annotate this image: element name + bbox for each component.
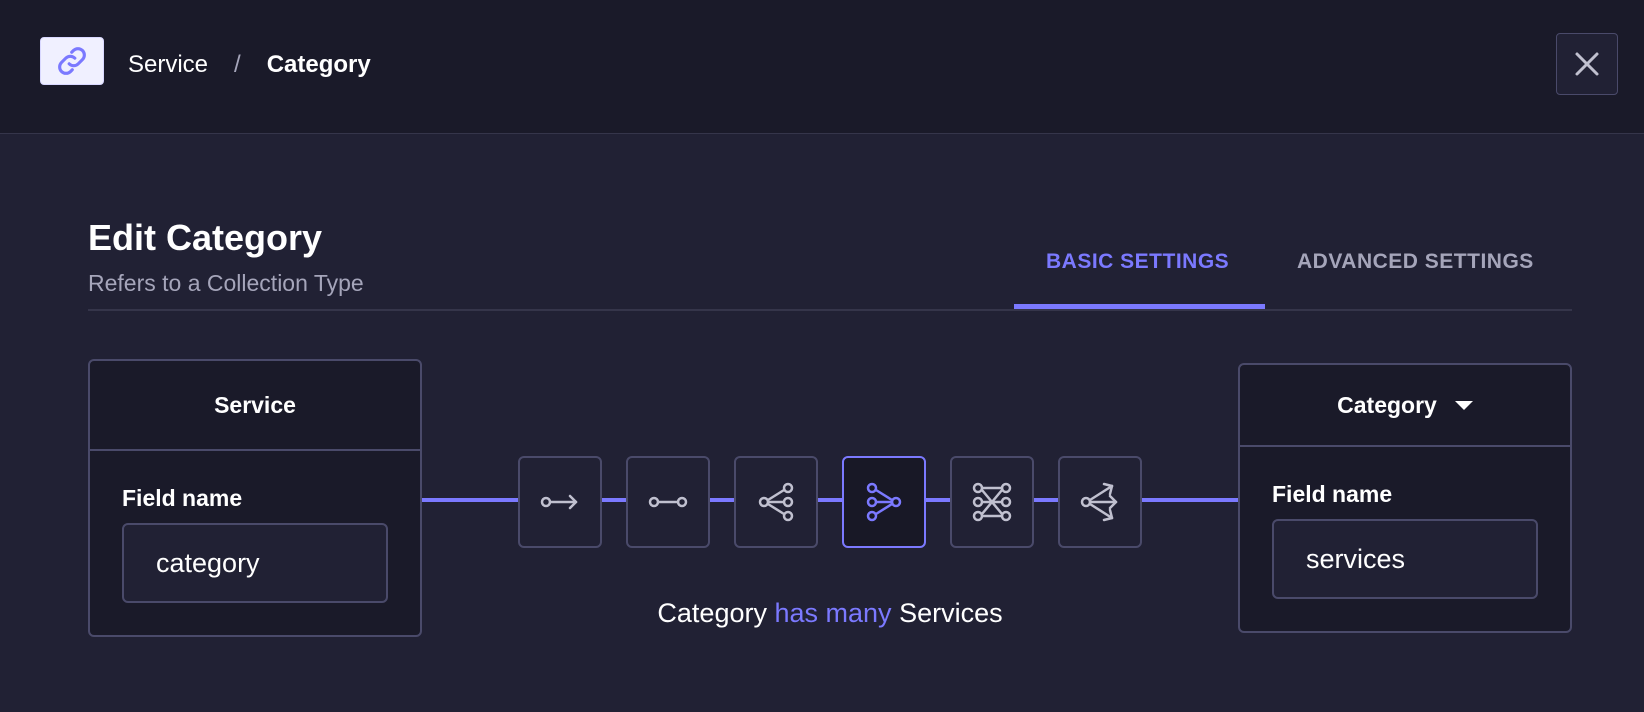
page-title: Edit Category: [88, 217, 323, 258]
relation-one-way-button[interactable]: [518, 456, 602, 548]
many-to-one-icon: [758, 482, 794, 522]
target-collection-select[interactable]: Category: [1240, 365, 1570, 447]
one-to-many-icon: [866, 482, 902, 522]
many-way-arrow-icon: [1080, 482, 1118, 522]
source-field-name-input[interactable]: category: [122, 523, 388, 603]
relation-one-to-many-button[interactable]: [842, 456, 926, 548]
one-way-arrow-icon: [540, 494, 578, 510]
relation-object: Services: [899, 598, 1003, 628]
one-to-one-icon: [648, 496, 688, 508]
link-icon: [40, 37, 104, 85]
close-button[interactable]: [1556, 33, 1618, 95]
source-field-label: Field name: [122, 485, 243, 511]
relation-verb: has many: [774, 598, 892, 628]
breadcrumb-item-category: Category: [266, 51, 371, 78]
relation-description: Category has many Services: [430, 598, 1230, 629]
relation-many-way-button[interactable]: [1058, 456, 1142, 548]
tabs-divider: [88, 309, 1572, 311]
target-collection-card: Category Field name services: [1238, 363, 1572, 633]
tab-advanced-settings[interactable]: ADVANCED SETTINGS: [1297, 248, 1534, 276]
tab-basic-settings[interactable]: BASIC SETTINGS: [1046, 248, 1229, 276]
caret-down-icon: [1454, 400, 1473, 410]
relation-subject: Category: [657, 598, 767, 628]
close-icon: [1575, 52, 1599, 76]
many-to-many-icon: [972, 482, 1012, 522]
breadcrumb: Service / Category: [128, 48, 371, 82]
modal-header: Service / Category: [0, 0, 1644, 134]
breadcrumb-separator: /: [234, 51, 241, 78]
relation-many-to-one-button[interactable]: [734, 456, 818, 548]
source-collection-card: Service Field name category: [88, 359, 422, 637]
source-collection-title: Service: [90, 361, 420, 451]
relation-many-to-many-button[interactable]: [950, 456, 1034, 548]
target-collection-title: Category: [1337, 391, 1437, 418]
breadcrumb-item-service: Service: [128, 51, 209, 78]
page-subtitle: Refers to a Collection Type: [88, 270, 364, 296]
target-field-name-input[interactable]: services: [1272, 519, 1538, 599]
active-tab-indicator: [1014, 304, 1265, 309]
target-field-label: Field name: [1272, 481, 1393, 507]
relation-one-to-one-button[interactable]: [626, 456, 710, 548]
